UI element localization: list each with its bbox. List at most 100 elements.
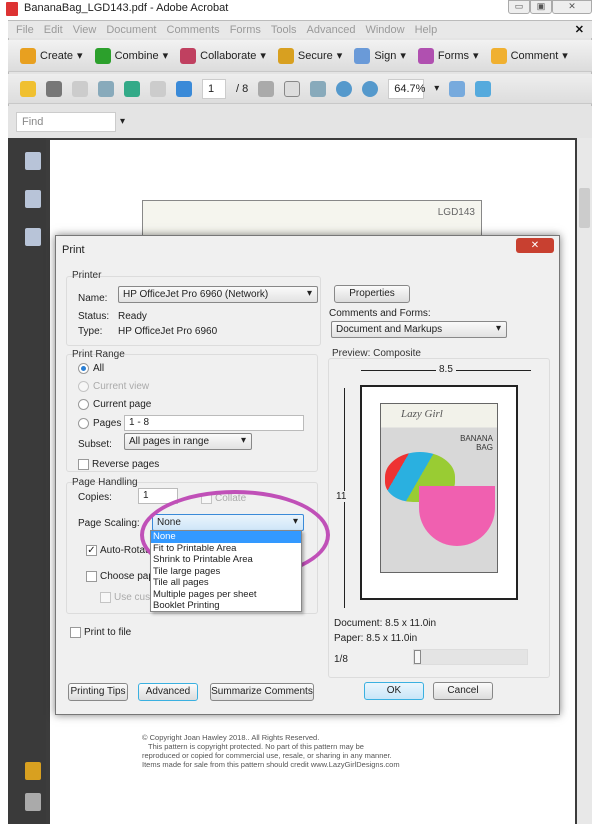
option-tile-all[interactable]: Tile all pages: [151, 577, 301, 589]
next-page-icon[interactable]: [176, 80, 192, 97]
comments-icon[interactable]: [25, 762, 41, 780]
choose-paper-checkbox[interactable]: [86, 571, 97, 582]
secure-button[interactable]: Secure ▾: [277, 47, 342, 64]
option-booklet[interactable]: Booklet Printing: [151, 600, 301, 612]
advanced-button[interactable]: Advanced: [138, 683, 198, 701]
menu-edit[interactable]: Edit: [44, 24, 63, 36]
printing-tips-button[interactable]: Printing Tips: [68, 683, 128, 701]
open-folder-icon[interactable]: [20, 80, 36, 97]
title-bar: BananaBag_LGD143.pdf - Adobe Acrobat ▭ ▣…: [0, 0, 600, 20]
radio-current-page[interactable]: [78, 399, 89, 410]
option-multiple[interactable]: Multiple pages per sheet: [151, 589, 301, 601]
printer-select[interactable]: HP OfficeJet Pro 6960 (Network): [118, 286, 318, 303]
copies-label: Copies:: [78, 492, 112, 503]
collaborate-button[interactable]: Collaborate ▾: [180, 47, 266, 64]
save-icon[interactable]: [72, 80, 88, 97]
print-to-file-checkbox[interactable]: [70, 627, 81, 638]
auto-rotate-checkbox[interactable]: ✓: [86, 545, 97, 556]
comments-forms-select[interactable]: Document and Markups: [331, 321, 507, 338]
scrollbar-thumb[interactable]: [579, 188, 590, 228]
bookmarks-icon[interactable]: [25, 190, 41, 208]
minimize-button[interactable]: ▭: [508, 0, 530, 14]
page-number-input[interactable]: 1: [202, 78, 226, 99]
cover-header: LGD143: [142, 200, 482, 240]
zoom-out-icon[interactable]: [336, 80, 353, 97]
menu-document[interactable]: Document: [106, 24, 156, 36]
menu-file[interactable]: File: [16, 24, 34, 36]
attachments-icon[interactable]: [25, 793, 41, 811]
window-title: BananaBag_LGD143.pdf - Adobe Acrobat: [24, 2, 229, 14]
status-label: Status:: [78, 311, 110, 322]
pages-input[interactable]: 1 - 8: [124, 415, 304, 431]
height-dimension: 11: [336, 491, 347, 502]
option-fit[interactable]: Fit to Printable Area: [151, 543, 301, 555]
copyright-line: © Copyright Joan Hawley 2018.. All Right…: [142, 733, 320, 742]
find-input[interactable]: Find: [16, 112, 116, 132]
auto-rotate-label: Auto-Rotat: [100, 545, 148, 556]
preview-title: Preview: Composite: [332, 348, 421, 359]
printer-group-title: Printer: [72, 270, 102, 281]
full-screen-icon[interactable]: [475, 80, 492, 97]
fit-width-icon[interactable]: [449, 80, 466, 97]
bag-photo: [419, 486, 495, 546]
subset-select[interactable]: All pages in range: [124, 433, 252, 450]
forms-button[interactable]: Forms ▾: [417, 47, 479, 64]
menu-forms[interactable]: Forms: [230, 24, 261, 36]
radio-pages[interactable]: [78, 418, 89, 429]
close-document-icon[interactable]: ✕: [575, 23, 584, 36]
cancel-button[interactable]: Cancel: [433, 682, 493, 700]
document-size: Document: 8.5 x 11.0in: [334, 618, 437, 629]
zoom-in-icon[interactable]: [362, 80, 379, 97]
marquee-zoom-icon[interactable]: [310, 80, 327, 97]
use-custom-checkbox[interactable]: [100, 592, 111, 603]
radio-current-view[interactable]: [78, 381, 89, 392]
menu-comments[interactable]: Comments: [167, 24, 220, 36]
copyright-text: © Copyright Joan Hawley 2018.. All Right…: [142, 733, 462, 769]
hand-tool-icon[interactable]: [284, 80, 301, 97]
lock-icon: [277, 47, 294, 64]
create-icon: [20, 47, 36, 64]
signatures-icon[interactable]: [25, 228, 41, 246]
slider-thumb[interactable]: [414, 650, 421, 664]
comment-button[interactable]: Comment ▾: [490, 47, 568, 64]
page-handling-title: Page Handling: [72, 477, 138, 488]
file-toolbar: 1 / 8 64.7% ▾: [8, 74, 592, 104]
summarize-comments-button[interactable]: Summarize Comments: [210, 683, 314, 701]
previous-page-icon[interactable]: [150, 80, 166, 97]
subset-label: Subset:: [78, 439, 112, 450]
option-shrink[interactable]: Shrink to Printable Area: [151, 554, 301, 566]
status-value: Ready: [118, 311, 147, 322]
vertical-scrollbar[interactable]: [577, 138, 592, 824]
preview-page-slider[interactable]: [413, 649, 528, 665]
zoom-level-input[interactable]: 64.7%: [388, 78, 425, 99]
close-dialog-button[interactable]: ✕: [516, 238, 554, 253]
option-tile-large[interactable]: Tile large pages: [151, 566, 301, 578]
sign-button[interactable]: Sign ▾: [354, 47, 406, 64]
menu-help[interactable]: Help: [415, 24, 438, 36]
reverse-pages-label: Reverse pages: [92, 459, 160, 470]
pages-icon[interactable]: [25, 152, 41, 170]
radio-pages-label: Pages: [93, 418, 122, 429]
zoom-dropdown-icon[interactable]: ▾: [434, 83, 439, 94]
web-icon[interactable]: [124, 80, 140, 97]
restore-button[interactable]: ▣: [530, 0, 552, 14]
email-icon[interactable]: [98, 80, 114, 97]
radio-all[interactable]: [78, 363, 89, 374]
properties-button[interactable]: Properties: [334, 285, 410, 303]
close-window-button[interactable]: ✕: [552, 0, 592, 14]
create-button[interactable]: Create ▾: [20, 47, 83, 64]
print-icon[interactable]: [46, 80, 62, 97]
ok-button[interactable]: OK: [364, 682, 424, 700]
menu-tools[interactable]: Tools: [271, 24, 297, 36]
menu-view[interactable]: View: [73, 24, 97, 36]
menu-window[interactable]: Window: [365, 24, 404, 36]
select-tool-icon[interactable]: [258, 80, 275, 97]
menu-advanced[interactable]: Advanced: [307, 24, 356, 36]
combine-button[interactable]: Combine ▾: [94, 47, 168, 64]
option-none[interactable]: None: [151, 531, 301, 543]
reverse-pages-checkbox[interactable]: [78, 459, 89, 470]
task-toolbar: Create ▾ Combine ▾ Collaborate ▾ Secure …: [8, 40, 592, 72]
find-dropdown-icon[interactable]: ▾: [120, 116, 125, 127]
radio-current-view-label: Current view: [93, 381, 150, 392]
width-dimension: 8.5: [436, 364, 456, 375]
